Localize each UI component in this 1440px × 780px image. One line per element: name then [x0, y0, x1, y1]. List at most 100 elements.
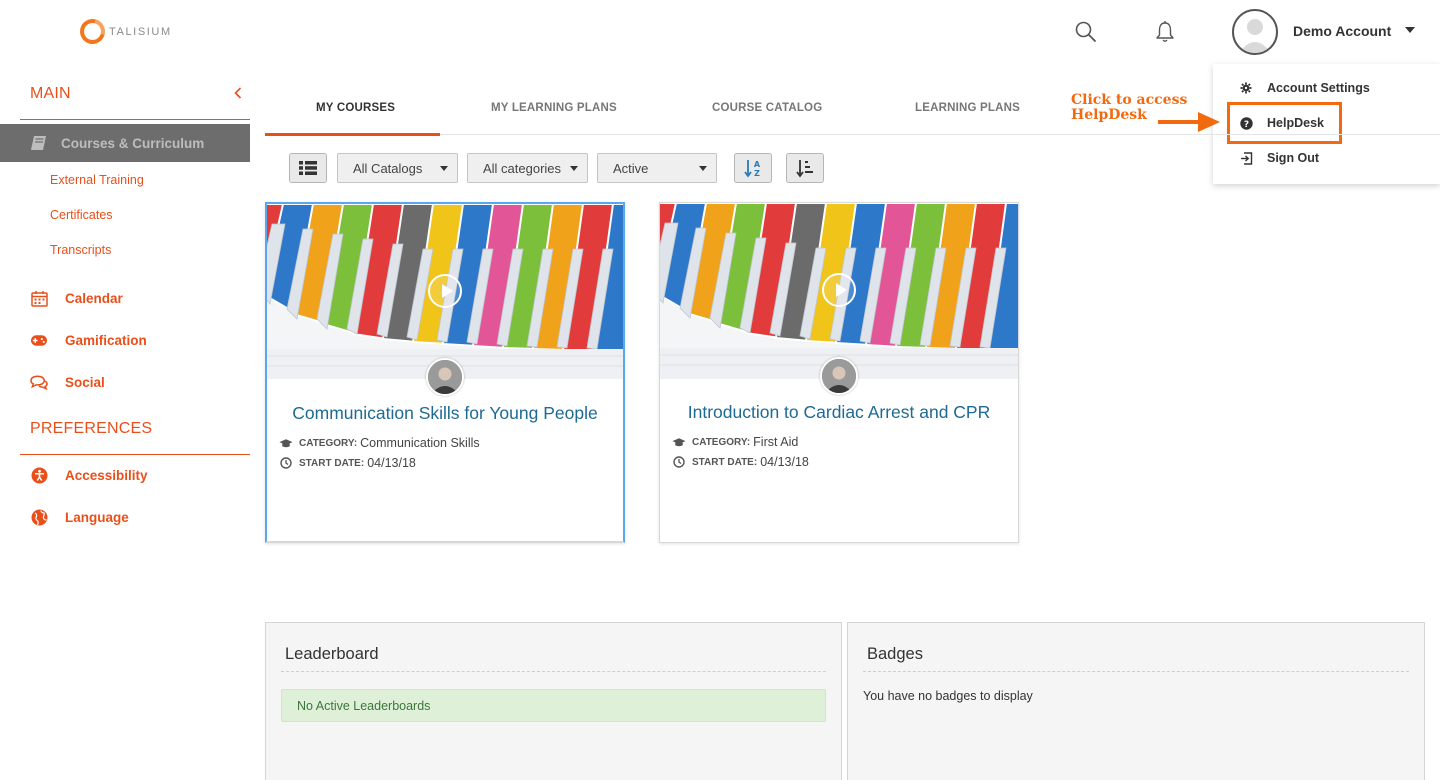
- sidebar-divider: [20, 454, 250, 455]
- category-select[interactable]: All categories: [467, 153, 588, 183]
- start-date-label: START DATE:: [692, 456, 758, 468]
- search-icon[interactable]: [1074, 20, 1098, 44]
- course-title[interactable]: Communication Skills for Young People: [267, 403, 623, 424]
- chevron-down-icon: [570, 166, 578, 171]
- menu-item-sign-out[interactable]: Sign Out: [1213, 143, 1440, 173]
- leaderboard-empty-alert: No Active Leaderboards: [281, 689, 826, 722]
- status-select[interactable]: Active: [597, 153, 717, 183]
- course-start-date: START DATE: 04/13/18: [279, 456, 416, 470]
- category-select-value: All categories: [483, 160, 562, 176]
- tab-my-learning-plans[interactable]: MY LEARNING PLANS: [491, 102, 617, 114]
- category-label: CATEGORY:: [299, 437, 358, 449]
- catalog-select-value: All Catalogs: [353, 160, 423, 176]
- catalog-select[interactable]: All Catalogs: [337, 153, 458, 183]
- course-title[interactable]: Introduction to Cardiac Arrest and CPR: [660, 402, 1018, 423]
- logo-mark: [75, 14, 110, 49]
- start-date-value: 04/13/18: [367, 456, 416, 470]
- app-root: TALISIUM Demo Account Account Settings ?…: [0, 0, 1440, 780]
- bell-icon[interactable]: [1153, 20, 1177, 44]
- instructor-avatar: [426, 358, 464, 396]
- graduation-cap-icon: [672, 435, 686, 449]
- tab-course-catalog[interactable]: COURSE CATALOG: [712, 102, 822, 114]
- helpdesk-highlight-box: [1227, 102, 1342, 144]
- sort-order-button[interactable]: [786, 153, 824, 183]
- sidebar-item-language[interactable]: Language: [30, 508, 129, 526]
- globe-icon: [30, 508, 48, 526]
- clock-icon: [672, 455, 686, 469]
- sidebar-item-label: Courses & Curriculum: [61, 135, 205, 151]
- category-value: First Aid: [753, 435, 799, 449]
- sort-order-icon: [795, 158, 815, 178]
- annotation-line-1: Click to access: [1071, 92, 1188, 108]
- start-date-label: START DATE:: [299, 457, 365, 469]
- arrow-right-icon: [1158, 112, 1220, 132]
- sidebar-item-label: Accessibility: [65, 467, 148, 483]
- chevron-down-icon: [699, 166, 707, 171]
- start-date-value: 04/13/18: [760, 455, 809, 469]
- comments-icon: [30, 373, 48, 391]
- play-icon[interactable]: [428, 274, 462, 308]
- badges-title: Badges: [867, 645, 923, 663]
- leaderboard-title: Leaderboard: [285, 645, 379, 663]
- sidebar-heading-main: MAIN: [30, 85, 71, 102]
- list-view-icon: [298, 160, 318, 176]
- chevron-down-icon[interactable]: [1405, 27, 1415, 33]
- category-label: CATEGORY:: [692, 436, 751, 448]
- sidebar-subitem-certificates[interactable]: Certificates: [50, 208, 113, 222]
- gear-icon: [1239, 81, 1253, 95]
- sort-alpha-button[interactable]: AZ: [734, 153, 772, 183]
- sidebar-subitem-transcripts[interactable]: Transcripts: [50, 243, 111, 257]
- panel-divider: [281, 671, 826, 672]
- sidebar-item-label: Gamification: [65, 332, 147, 348]
- tab-learning-plans[interactable]: LEARNING PLANS: [915, 102, 1020, 114]
- calendar-icon: [30, 289, 48, 307]
- menu-item-label: Account Settings: [1267, 81, 1370, 95]
- course-category: CATEGORY: First Aid: [672, 435, 798, 449]
- sidebar-subitem-external-training[interactable]: External Training: [50, 173, 144, 187]
- course-thumbnail[interactable]: [267, 204, 623, 379]
- account-name[interactable]: Demo Account: [1293, 23, 1391, 39]
- sidebar-item-accessibility[interactable]: Accessibility: [30, 466, 148, 484]
- gamepad-icon: [30, 331, 48, 349]
- course-card[interactable]: Communication Skills for Young People CA…: [265, 202, 625, 543]
- svg-text:A: A: [754, 160, 761, 169]
- sidebar-item-calendar[interactable]: Calendar: [30, 289, 123, 307]
- accessibility-icon: [30, 466, 48, 484]
- menu-item-label: Sign Out: [1267, 151, 1320, 165]
- book-icon: [30, 135, 48, 151]
- sidebar-divider: [20, 119, 250, 120]
- list-view-button[interactable]: [289, 153, 327, 183]
- sidebar-item-label: Language: [65, 509, 129, 525]
- graduation-cap-icon: [279, 436, 293, 450]
- instructor-avatar: [820, 357, 858, 395]
- course-thumbnail[interactable]: [660, 203, 1018, 379]
- leaderboard-panel: Leaderboard No Active Leaderboards: [265, 622, 842, 780]
- talisium-logo[interactable]: TALISIUM: [75, 14, 172, 49]
- sidebar-heading-preferences: PREFERENCES: [30, 420, 153, 437]
- chevron-down-icon: [440, 166, 448, 171]
- avatar[interactable]: [1232, 9, 1278, 55]
- tabs-divider: [265, 134, 1440, 135]
- sort-alpha-icon: AZ: [743, 158, 763, 178]
- sidebar-item-courses-curriculum[interactable]: Courses & Curriculum: [0, 124, 250, 162]
- sidebar-item-label: Calendar: [65, 290, 123, 306]
- clock-icon: [279, 456, 293, 470]
- tab-my-courses[interactable]: MY COURSES: [316, 102, 395, 114]
- sidebar-item-social[interactable]: Social: [30, 373, 105, 391]
- play-icon[interactable]: [822, 273, 856, 307]
- logo-text: TALISIUM: [109, 25, 172, 38]
- active-tab-indicator: [265, 133, 440, 136]
- course-category: CATEGORY: Communication Skills: [279, 436, 480, 450]
- menu-item-account-settings[interactable]: Account Settings: [1213, 73, 1440, 103]
- svg-text:Z: Z: [754, 169, 760, 178]
- chevron-left-icon[interactable]: [234, 86, 242, 102]
- sidebar-item-gamification[interactable]: Gamification: [30, 331, 147, 349]
- panel-divider: [863, 671, 1409, 672]
- badges-panel: Badges You have no badges to display: [847, 622, 1425, 780]
- sign-out-icon: [1239, 151, 1253, 165]
- course-card[interactable]: Introduction to Cardiac Arrest and CPR C…: [659, 202, 1019, 543]
- course-start-date: START DATE: 04/13/18: [672, 455, 809, 469]
- sidebar-item-label: Social: [65, 374, 105, 390]
- status-select-value: Active: [613, 160, 649, 176]
- badges-message: You have no badges to display: [863, 689, 1033, 703]
